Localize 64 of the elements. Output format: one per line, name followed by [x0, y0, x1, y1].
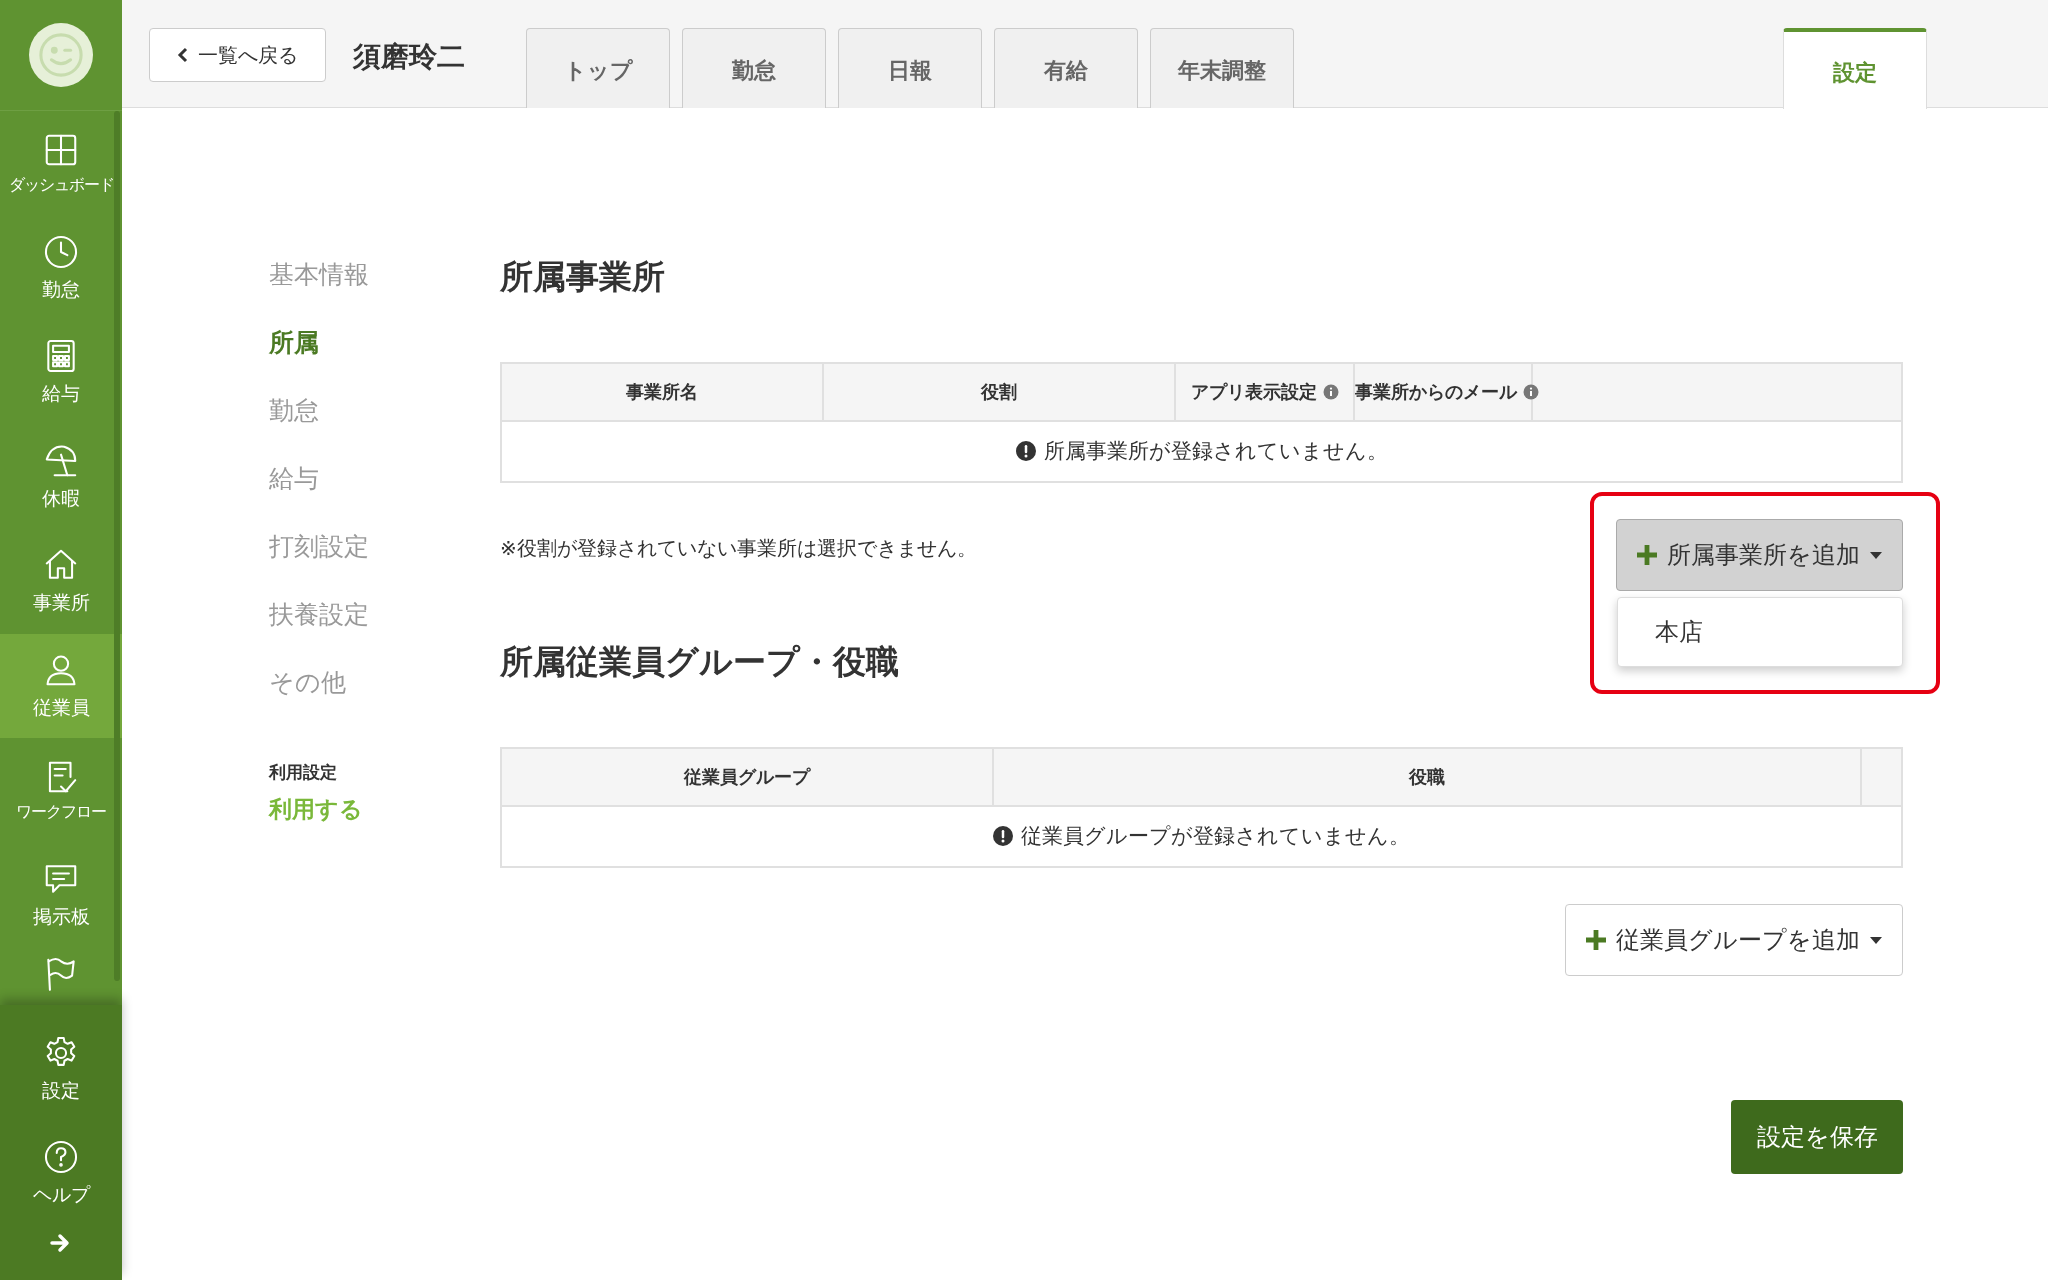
sidebar-item[interactable]: 給与 — [0, 320, 122, 425]
sidebar-label: 掲示板 — [32, 903, 90, 929]
add-dropdown-button[interactable]: 所属事業所を追加 — [1616, 519, 1903, 591]
save-button[interactable]: 設定を保存 — [1731, 1100, 1903, 1174]
sidebar-label: 休暇 — [42, 485, 80, 511]
sidebar-item[interactable]: 従業員 — [0, 633, 122, 738]
sidebar-item[interactable]: 設定 — [42, 1017, 80, 1121]
tab[interactable]: トップ — [526, 28, 670, 108]
plus-icon — [1586, 930, 1606, 950]
sidebar-label: ワークフロー — [16, 801, 106, 823]
section-title: 所属事業所 — [500, 256, 666, 298]
tab[interactable]: 有給 — [994, 28, 1138, 108]
settings-nav-item[interactable]: 勤怠 — [269, 393, 319, 427]
column-header: アプリ表示設定 — [1174, 363, 1355, 421]
usage-value: 利用する — [269, 796, 363, 822]
chevron-left-icon — [177, 47, 188, 63]
sidebar-item[interactable]: ヘルプ — [32, 1121, 90, 1225]
settings-nav-item[interactable]: 打刻設定 — [269, 529, 369, 563]
sidebar-label: 設定 — [42, 1078, 80, 1103]
empty-message: 所属事業所が登録されていません。 — [501, 421, 1902, 482]
column-header: 役職 — [992, 748, 1862, 806]
scrollbar[interactable] — [114, 111, 120, 981]
info-icon — [1523, 384, 1540, 400]
settings-nav-item[interactable]: 扶養設定 — [269, 597, 369, 631]
column-header — [1861, 748, 1902, 806]
section-title: 所属従業員グループ・役職 — [500, 641, 900, 683]
tab[interactable]: 年末調整 — [1150, 28, 1294, 108]
settings-nav-item[interactable]: 基本情報 — [269, 257, 369, 291]
empty-message: 従業員グループが登録されていません。 — [501, 806, 1902, 867]
sidebar-label: 勤怠 — [42, 276, 80, 302]
arrow-right-icon[interactable] — [50, 1233, 72, 1253]
tab[interactable]: 設定 — [1783, 28, 1927, 109]
employee-name: 須磨玲二 — [353, 39, 466, 75]
plus-icon — [1637, 545, 1657, 565]
back-button[interactable]: 一覧へ戻る — [149, 28, 326, 82]
column-header: 役割 — [823, 363, 1175, 421]
column-header: 従業員グループ — [501, 748, 993, 806]
caret-icon — [1870, 936, 1882, 944]
usage-label: 利用設定 — [269, 762, 337, 782]
tab[interactable]: 日報 — [838, 28, 982, 108]
settings-nav-item[interactable]: 給与 — [269, 461, 319, 495]
help-icon — [42, 1138, 80, 1176]
note-text: ※役割が登録されていない事業所は選択できません。 — [500, 535, 977, 562]
settings-nav-item[interactable]: 所属 — [269, 325, 319, 359]
sidebar-item[interactable]: 事業所 — [0, 529, 122, 634]
sidebar-item[interactable]: ワークフロー — [0, 738, 122, 843]
add-dropdown-button[interactable]: 従業員グループを追加 — [1565, 904, 1903, 976]
exclamation-icon — [993, 826, 1013, 846]
sidebar-item[interactable]: ダッシュボード — [0, 111, 122, 216]
sidebar-label: 事業所 — [32, 590, 90, 616]
sidebar-label: ダッシュボード — [8, 174, 114, 196]
tab[interactable]: 勤怠 — [682, 28, 826, 108]
column-header: 事業所名 — [501, 363, 824, 421]
menu-item[interactable]: 本店 — [1618, 616, 1902, 648]
settings-nav-item[interactable]: その他 — [269, 665, 346, 699]
caret-icon — [1870, 551, 1882, 559]
sidebar-item[interactable]: 休暇 — [0, 424, 122, 529]
exclamation-icon — [1015, 441, 1036, 461]
sidebar-label: 給与 — [42, 381, 80, 407]
sidebar-item[interactable]: 勤怠 — [0, 215, 122, 320]
info-icon — [1322, 384, 1339, 400]
sidebar-label: 従業員 — [32, 694, 90, 720]
sidebar-item[interactable]: 掲示板 — [0, 842, 122, 947]
sidebar-label: ヘルプ — [32, 1182, 90, 1207]
